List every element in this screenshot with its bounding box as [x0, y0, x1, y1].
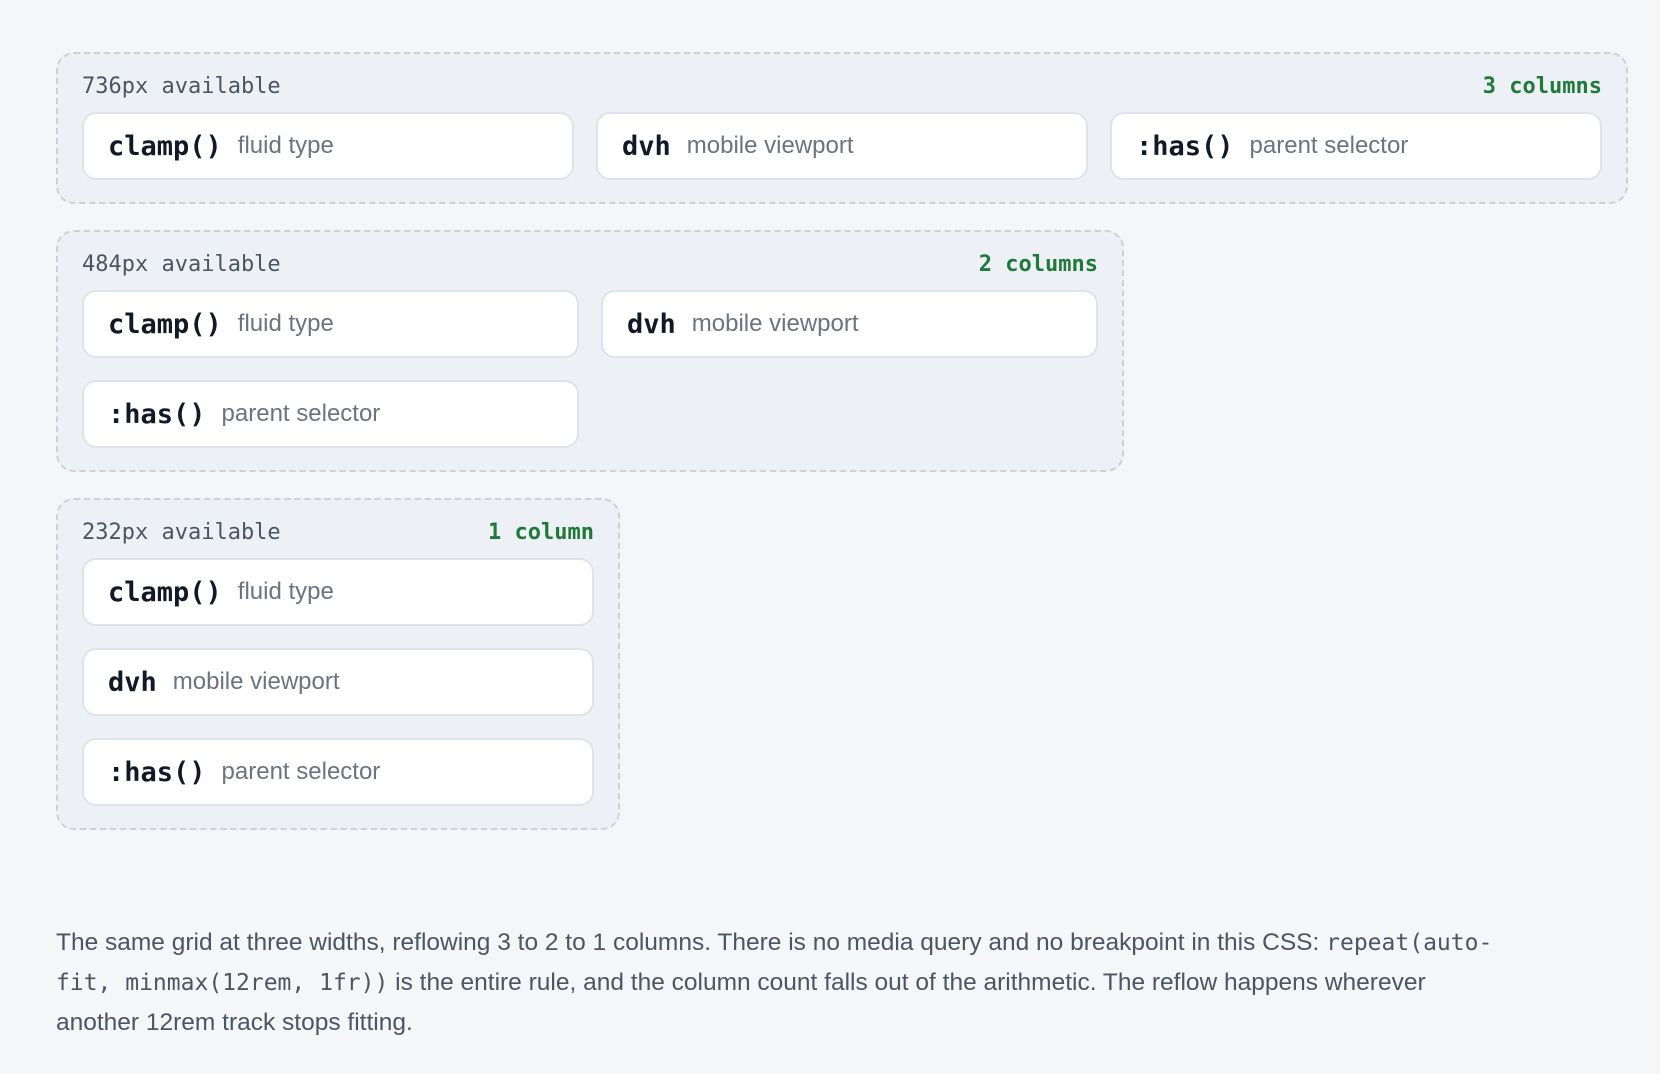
card-name: :has(): [108, 398, 206, 430]
card-has: :has() parent selector: [82, 738, 594, 806]
frame-header: 232px available 1 column: [82, 519, 594, 545]
card-dvh: dvh mobile viewport: [82, 648, 594, 716]
available-width-label: 232px available: [82, 519, 281, 545]
grid-frame-736: 736px available 3 columns clamp() fluid …: [56, 52, 1628, 204]
card-dvh: dvh mobile viewport: [596, 112, 1088, 180]
card-description: parent selector: [1249, 132, 1409, 159]
card-dvh: dvh mobile viewport: [601, 290, 1098, 358]
card-name: :has(): [1136, 130, 1234, 162]
card-name: dvh: [627, 308, 676, 340]
card-grid: clamp() fluid type dvh mobile viewport :…: [82, 558, 594, 806]
card-description: mobile viewport: [172, 668, 340, 695]
card-has: :has() parent selector: [82, 380, 579, 448]
column-count-label: 3 columns: [1482, 73, 1602, 99]
card-clamp: clamp() fluid type: [82, 558, 594, 626]
card-description: fluid type: [237, 132, 334, 159]
card-grid: clamp() fluid type dvh mobile viewport :…: [82, 112, 1602, 180]
frame-header: 484px available 2 columns: [82, 251, 1098, 277]
card-name: clamp(): [108, 308, 222, 340]
grid-frame-232: 232px available 1 column clamp() fluid t…: [56, 498, 620, 830]
column-count-label: 2 columns: [978, 251, 1098, 277]
card-description: mobile viewport: [691, 310, 859, 337]
grid-frame-484: 484px available 2 columns clamp() fluid …: [56, 230, 1124, 472]
caption-text-part: The same grid at three widths, reflowing…: [56, 928, 1327, 956]
card-grid: clamp() fluid type dvh mobile viewport :…: [82, 290, 1098, 448]
frame-header: 736px available 3 columns: [82, 73, 1602, 99]
card-clamp: clamp() fluid type: [82, 290, 579, 358]
card-description: parent selector: [221, 758, 381, 785]
card-clamp: clamp() fluid type: [82, 112, 574, 180]
card-has: :has() parent selector: [1110, 112, 1602, 180]
card-name: clamp(): [108, 130, 222, 162]
available-width-label: 736px available: [82, 73, 281, 99]
grid-demo-stage: 736px available 3 columns clamp() fluid …: [56, 52, 1628, 856]
card-name: dvh: [108, 666, 157, 698]
available-width-label: 484px available: [82, 251, 281, 277]
column-count-label: 1 column: [488, 519, 594, 545]
card-description: fluid type: [237, 310, 334, 337]
card-name: clamp(): [108, 576, 222, 608]
card-description: parent selector: [221, 400, 381, 427]
card-description: mobile viewport: [686, 132, 854, 159]
card-description: fluid type: [237, 578, 334, 605]
card-name: :has(): [108, 756, 206, 788]
card-name: dvh: [622, 130, 671, 162]
caption-text: The same grid at three widths, reflowing…: [56, 923, 1496, 1043]
